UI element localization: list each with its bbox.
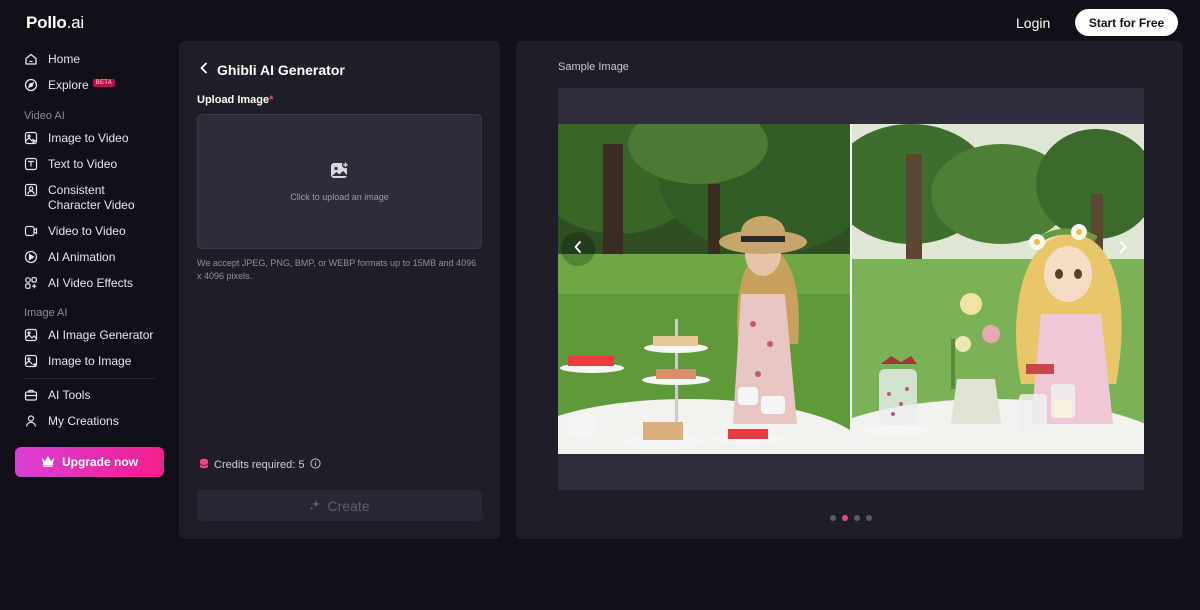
sidebar-item-text-to-video[interactable]: Text to Video bbox=[24, 157, 117, 171]
compass-icon bbox=[24, 78, 38, 92]
generator-panel: Ghibli AI Generator Upload Image* Click … bbox=[179, 41, 500, 539]
carousel-dot[interactable] bbox=[854, 515, 860, 521]
carousel-dot[interactable] bbox=[842, 515, 848, 521]
sidebar-item-image-to-video[interactable]: Image to Video bbox=[24, 131, 129, 145]
sidebar-divider bbox=[24, 378, 155, 379]
label-line-2: Character Video bbox=[48, 198, 135, 212]
section-label-image-ai: Image AI bbox=[24, 307, 68, 319]
chevron-right-icon bbox=[1118, 240, 1128, 259]
carousel-prev-button[interactable] bbox=[561, 232, 595, 266]
credits-label: Credits required: 5 bbox=[214, 459, 305, 471]
effects-icon bbox=[24, 276, 38, 290]
chevron-left-icon bbox=[573, 240, 583, 259]
credits-required: Credits required: 5 bbox=[199, 458, 321, 472]
section-label-video-ai: Video AI bbox=[24, 110, 65, 122]
upgrade-label: Upgrade now bbox=[61, 455, 138, 469]
sidebar-item-ai-image-generator[interactable]: AI Image Generator bbox=[24, 328, 153, 342]
sample-image-frame bbox=[558, 88, 1144, 490]
required-mark: * bbox=[269, 94, 274, 106]
sidebar-item-label: AI Tools bbox=[48, 388, 91, 402]
carousel-next-button[interactable] bbox=[1106, 232, 1140, 266]
info-icon[interactable] bbox=[309, 458, 321, 472]
sidebar-item-label: Home bbox=[48, 52, 81, 66]
back-chevron-icon[interactable] bbox=[199, 61, 208, 79]
sidebar-item-ai-video-effects[interactable]: AI Video Effects bbox=[24, 276, 133, 290]
beta-badge: BETA bbox=[92, 79, 116, 87]
add-image-icon bbox=[330, 161, 350, 184]
generator-header: Ghibli AI Generator bbox=[199, 61, 345, 79]
sidebar-item-label: AI Video Effects bbox=[48, 276, 133, 290]
label-line-1: Consistent bbox=[48, 183, 105, 197]
create-button[interactable]: Create bbox=[197, 490, 482, 521]
video-video-icon bbox=[24, 224, 38, 238]
sidebar-item-consistent-character-video[interactable]: Consistent Character Video bbox=[24, 183, 135, 213]
sparkle-icon bbox=[309, 498, 321, 514]
sidebar-item-explore[interactable]: Home Explore BETA bbox=[24, 78, 116, 92]
text-video-icon bbox=[24, 157, 38, 171]
sidebar-item-label: Explore bbox=[48, 78, 89, 92]
sidebar-item-label: Text to Video bbox=[48, 157, 118, 171]
login-link[interactable]: Login bbox=[1016, 15, 1050, 31]
dropzone-hint: Click to upload an image bbox=[290, 192, 389, 202]
toolbox-icon bbox=[24, 388, 38, 402]
user-icon bbox=[24, 414, 38, 428]
carousel-dot[interactable] bbox=[866, 515, 872, 521]
sample-panel: Sample Image bbox=[516, 41, 1183, 539]
sidebar-item-label: Image to Image bbox=[48, 354, 132, 368]
accepted-formats-note: We accept JPEG, PNG, BMP, or WEBP format… bbox=[197, 258, 477, 281]
sample-image-label: Sample Image bbox=[558, 61, 629, 73]
sidebar-item-video-to-video[interactable]: Video to Video bbox=[24, 224, 126, 238]
sidebar-item-image-to-image[interactable]: Image to Image bbox=[24, 354, 131, 368]
upload-image-label: Upload Image* bbox=[197, 94, 273, 106]
comparison-divider[interactable] bbox=[850, 124, 852, 454]
image-to-image-icon bbox=[24, 354, 38, 368]
sidebar-item-label: My Creations bbox=[48, 414, 119, 428]
image-generator-icon bbox=[24, 328, 38, 342]
upload-dropzone[interactable]: Click to upload an image bbox=[197, 114, 482, 249]
image-video-icon bbox=[24, 131, 38, 145]
sidebar-item-my-creations[interactable]: My Creations bbox=[24, 414, 119, 428]
carousel-dot[interactable] bbox=[830, 515, 836, 521]
sidebar-item-label: AI Animation bbox=[48, 250, 116, 264]
page-title: Ghibli AI Generator bbox=[217, 62, 345, 78]
sidebar-item-label: AI Image Generator bbox=[48, 328, 154, 342]
credits-coin-icon bbox=[199, 458, 209, 472]
create-label: Create bbox=[327, 497, 370, 514]
sidebar-item-label: Image to Video bbox=[48, 131, 129, 145]
crown-icon bbox=[41, 455, 55, 470]
sidebar-item-label: Consistent Character Video bbox=[48, 183, 135, 213]
animation-icon bbox=[24, 250, 38, 264]
sample-photo bbox=[558, 124, 851, 454]
start-for-free-button[interactable]: Start for Free bbox=[1075, 9, 1178, 36]
sidebar-item-ai-animation[interactable]: AI Animation bbox=[24, 250, 115, 264]
pollo-logo[interactable]: Pollo.ai bbox=[26, 13, 84, 33]
sidebar-item-home[interactable]: Home bbox=[24, 52, 80, 66]
sample-ghibli-art bbox=[851, 124, 1144, 454]
home-icon bbox=[24, 52, 38, 66]
sidebar-item-ai-tools[interactable]: AI Tools bbox=[24, 388, 90, 402]
character-video-icon bbox=[24, 183, 38, 197]
upgrade-now-button[interactable]: Upgrade now bbox=[15, 447, 164, 477]
upload-label-text: Upload Image bbox=[197, 94, 270, 106]
carousel-pagination bbox=[830, 515, 872, 521]
sidebar-item-label: Video to Video bbox=[48, 224, 126, 238]
